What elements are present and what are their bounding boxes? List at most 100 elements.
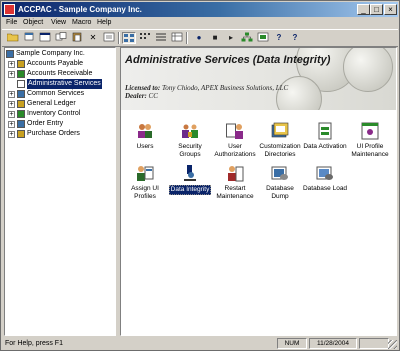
whats-this-icon[interactable]: ? — [288, 32, 302, 44]
menu-macro[interactable]: Macro — [72, 18, 91, 28]
icon-label: Customization Directories — [259, 143, 301, 158]
close-button[interactable]: × — [384, 4, 397, 15]
help-icon[interactable]: ? — [272, 32, 286, 44]
play-icon[interactable]: ▸ — [224, 32, 238, 44]
header-banner: Administrative Services (Data Integrity)… — [121, 48, 396, 110]
list-view-icon[interactable] — [154, 32, 168, 44]
tree-icon[interactable] — [240, 32, 254, 44]
icon-item[interactable]: Database Dump — [257, 164, 303, 201]
window-title: ACCPAC - Sample Company Inc. — [18, 5, 142, 14]
status-bar: For Help, press F1 NUM 11/28/2004 — [2, 338, 398, 350]
icon-label: Restart Maintenance — [216, 185, 254, 200]
users-icon[interactable] — [136, 122, 154, 140]
delete-icon[interactable]: ✕ — [86, 32, 100, 44]
icon-label: Assign UI Profiles — [131, 185, 159, 200]
content-pane: Administrative Services (Data Integrity)… — [120, 47, 397, 336]
dealer-label: Dealer: — [125, 92, 147, 100]
icon-label: Database Load — [302, 185, 348, 192]
menu-file[interactable]: File — [6, 18, 17, 28]
title-bar[interactable]: ACCPAC - Sample Company Inc. _ □ × — [2, 2, 398, 17]
expand-icon[interactable]: + — [8, 61, 15, 68]
tree-item-label: Purchase Orders — [27, 130, 80, 137]
copy-icon[interactable] — [54, 32, 68, 44]
licensed-label: Licensed to: — [125, 84, 161, 92]
dealer: CC — [148, 92, 158, 100]
icon-label: Database Dump — [266, 185, 294, 200]
module-icon — [17, 110, 25, 118]
ui-profile-maintenance-icon[interactable] — [361, 122, 379, 140]
menu-help[interactable]: Help — [97, 18, 111, 28]
restart-maintenance-icon[interactable] — [226, 164, 244, 182]
coin-image — [343, 48, 393, 92]
expand-icon[interactable]: + — [8, 111, 15, 118]
large-icons-view-icon[interactable] — [122, 32, 136, 44]
status-help-text: For Help, press F1 — [5, 340, 63, 347]
cut-icon[interactable] — [38, 32, 52, 44]
paste-icon[interactable] — [70, 32, 84, 44]
macro-edit-icon[interactable] — [256, 32, 270, 44]
module-icon — [17, 130, 25, 138]
icon-item[interactable]: Data Activation — [302, 122, 348, 151]
app-window: ACCPAC - Sample Company Inc. _ □ × File … — [0, 0, 400, 351]
tree-item-label: Accounts Payable — [27, 60, 84, 67]
license-info: Licensed to: Tony Chiodo, APEX Business … — [125, 84, 288, 100]
toolbar: ✕ ● ■ ▸ ? ? — [2, 29, 398, 47]
icon-item[interactable]: Users — [122, 122, 168, 151]
icon-item[interactable]: Customization Directories — [257, 122, 303, 159]
maximize-button[interactable]: □ — [370, 4, 383, 15]
status-panel — [359, 338, 389, 349]
module-icon — [17, 60, 25, 68]
minimize-button[interactable]: _ — [357, 4, 370, 15]
menu-view[interactable]: View — [51, 18, 66, 28]
module-icon — [17, 80, 25, 88]
toolbar-separator — [118, 32, 120, 44]
icon-item[interactable]: Assign UI Profiles — [122, 164, 168, 201]
expand-icon[interactable]: + — [8, 121, 15, 128]
icon-label: UI Profile Maintenance — [351, 143, 389, 158]
data-integrity-icon[interactable] — [181, 164, 199, 182]
module-icon — [17, 120, 25, 128]
record-icon[interactable]: ● — [192, 32, 206, 44]
accpac-app-icon[interactable] — [4, 4, 15, 15]
tree-item-label: Accounts Receivable — [27, 70, 93, 77]
icon-item[interactable]: Database Load — [302, 164, 348, 193]
licensed-to: Tony Chiodo, APEX Business Solutions, LL… — [161, 84, 289, 92]
icon-item[interactable]: User Authorizations — [212, 122, 258, 159]
icon-item[interactable]: Security Groups — [167, 122, 213, 159]
expand-icon[interactable]: + — [8, 71, 15, 78]
expand-icon[interactable]: + — [8, 131, 15, 138]
customization-directories-icon[interactable] — [271, 122, 289, 140]
user-authorizations-icon[interactable] — [226, 122, 244, 140]
status-date: 11/28/2004 — [309, 338, 357, 349]
properties-icon[interactable] — [102, 32, 116, 44]
tree-root-label: Sample Company Inc. — [16, 50, 85, 57]
navigation-tree: Sample Company Inc. + Accounts Payable + Ac… — [4, 47, 116, 336]
status-num: NUM — [277, 338, 307, 349]
details-view-icon[interactable] — [170, 32, 184, 44]
data-activation-icon[interactable] — [316, 122, 334, 140]
database-load-icon[interactable] — [316, 164, 334, 182]
database-dump-icon[interactable] — [271, 164, 289, 182]
tree-item-label: Inventory Control — [27, 110, 81, 117]
module-icon — [17, 100, 25, 108]
open-folder-icon[interactable] — [6, 32, 20, 44]
resize-grip[interactable] — [388, 340, 397, 349]
stop-icon[interactable]: ■ — [208, 32, 222, 44]
icon-label: User Authorizations — [214, 143, 256, 158]
security-groups-icon[interactable] — [181, 122, 199, 140]
tree-item-label: Administrative Services — [27, 79, 102, 89]
page-title: Administrative Services (Data Integrity) — [125, 54, 331, 66]
new-icon[interactable] — [22, 32, 36, 44]
icon-item[interactable]: Data Integrity — [167, 164, 213, 195]
icon-label: Data Integrity — [168, 185, 212, 195]
small-icons-view-icon[interactable] — [138, 32, 152, 44]
expand-icon[interactable]: + — [8, 91, 15, 98]
assign-ui-profiles-icon[interactable] — [136, 164, 154, 182]
icon-item[interactable]: UI Profile Maintenance — [347, 122, 393, 159]
company-icon — [6, 50, 14, 58]
menu-object[interactable]: Object — [23, 18, 43, 28]
icon-item[interactable]: Restart Maintenance — [212, 164, 258, 201]
tree-item-label: Common Services — [27, 90, 85, 97]
icon-label: Data Activation — [303, 143, 347, 150]
expand-icon[interactable]: + — [8, 101, 15, 108]
